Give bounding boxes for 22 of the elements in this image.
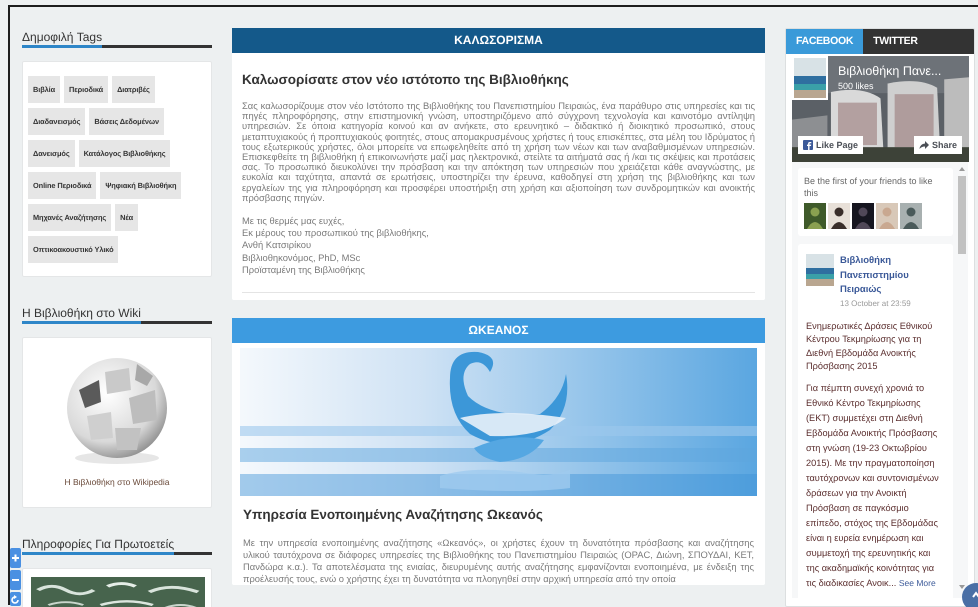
article-title: Καλωσορίσατε στον νέο ιστότοπο της Βιβλιοθήκης <box>242 71 570 89</box>
widget-title: Πληροφορίες Για Πρωτοετείς <box>22 537 174 555</box>
see-more-link[interactable]: See More <box>898 578 936 588</box>
widget-tab[interactable]: TWITTER <box>863 29 928 54</box>
article-text: Με την υπηρεσία ενοποιημένης αναζήτησης «Ωκεανός», οι χρήστες έχουν τη δυνατότητα πρόσβασης και αναζήτησης υλικού ταυτόχρονα σε διάφορες υπηρεσίες της Βιβλιοθήκης του Πανεπιστημίου Πειραιώς (OPAC, Διώνη, ΣΠΟΥΔΑΙ, ΚΕΤ, Πανδώρα κ.α.). Τα αποτελέσματα της ενιαίας, διευρυμένης αυτής αναζήτησης εμφανίζονται ενοποιημένα, με ένδειξη της προέλευσής τους, ενώ ο χρήστης έχει τη δυνατότητα να πλοηγηθεί στην αρχική υπηρεσία από την οποία <box>242 537 755 586</box>
article-title: Υπηρεσία Ενοποιημένης Αναζήτησης Ωκεανός <box>242 506 544 524</box>
section-header: ΚΑΛΩΣΟΡΙΣΜΑ <box>232 28 765 53</box>
signature-line: Με τις θερμές μας ευχές, <box>242 215 346 228</box>
widget-title: Δημοφιλή Tags <box>22 30 102 48</box>
post-author[interactable]: Βιβλιοθήκη Πανεπιστημίου Πειραιώς <box>840 254 945 298</box>
signature-line: Ανθή Κατσιρίκου <box>242 239 312 252</box>
post-text: Για πέμπτη συνεχή χρονιά το Εθνικό Κέντρο Τεκμηρίωσης (ΕΚΤ) συμμετέχει στη Διεθνή Εβδομάδα Ανοικτής Πρόσβασης στη γνώση (19-23 Οκτωβρίου 2015). Με την πραγματοποίηση ταυτόχρονων και συντονισμένων δράσεων για την Ανοικτή Πρόσβαση σε παγκόσμιο επίπεδο, στόχος της Εβδομάδας είναι η ευρεία ενημέρωση και συμμετοχή της ερευνητικής και της ακαδημαϊκής κοινότητας για τις διαδικασίες Ανοικ... See More <box>806 382 940 590</box>
post-time: 13 October at 23:59 <box>840 298 912 310</box>
friends-text: Be the first of your friends to like this <box>804 175 934 199</box>
wikipedia-link[interactable]: Η Βιβλιοθήκη στο Wikipedia <box>64 477 170 487</box>
section-header: ΩΚΕΑΝΟΣ <box>232 318 765 344</box>
signature-line: Προϊσταμένη της Βιβλιοθήκης <box>242 264 366 276</box>
signature-line: Εκ μέρους του προσωπικού της βιβλιοθήκης, <box>242 227 430 240</box>
article-text: Σας καλωσορίζουμε στον νέο Ιστότοπο της Βιβλιοθήκης του Πανεπιστημίου Πειραιώς, ένα παράθυρο στις υπηρεσίες και τις πηγές πληροφόρησης, στην επιστημονική γνώση, υποστηριζόμενο από σύγχρονη τεχνολογία και καινοτόμο αντίληψη υπηρεσιών. Σε όποια κατηγορία κοινού και αν ανήκετε, στο ερευνητικό – διδακτικό ή διοικητικό προσωπικό, στους μεταπτυχιακούς ή προπτυχιακούς φοιτητές, στους απομακρυσμένους χρήστες ή τους επισκέπτες, στα μέλη του Ιδρύματος ή τους εξωτερικούς χρήστες, όλοι μπορείτε να επωφεληθείτε από τη χρήση των νέων και των αναβαθμισμένων υπηρεσιών. Επισκεφθείτε τη βιβλιοθήκη ή επικοινωνήστε μαζί μας ηλεκτρονικά, στείλτε τα αιτήματά σας ή /και τις σκέψεις και προτάσεις σας. Το προσωπικό διευκολύνει την πρόσβαση και την απόκτηση των υπηρεσιών που χρειάζεται κάθε αναγνώστης, με ευκολία και ταχύτητα, απαντά σε ερωτήσεις, υποστηρίζει την έρευνα, καθοδηγεί στη χρήση της βιβλιοθήκης και των εργαλείων της για πληροφόρηση και προσφέρει υποστήριξη στη χρήση και αξιοποίηση των συνδρομητικών και ανοικτής πρόσβασης πηγών. <box>242 101 755 204</box>
post-title: Ενημερωτικές Δράσεις Εθνικού Κέντρου Τεκμηρίωσης για τη Διεθνή Εβδομάδα Ανοικτής Πρόσβασης 2015 <box>806 320 934 373</box>
signature-line: Βιβλιοθηκονόμος, PhD, MSc <box>242 252 362 264</box>
widget-title: Η Βιβλιοθήκη στο Wiki <box>22 306 141 324</box>
